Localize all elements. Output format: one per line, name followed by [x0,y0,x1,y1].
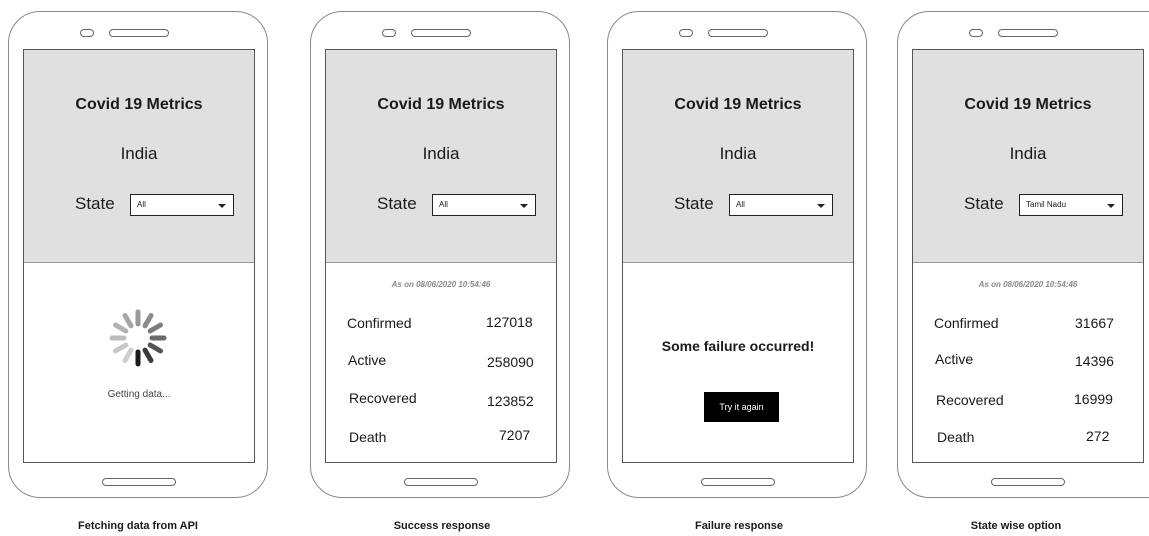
header-panel: Covid 19 Metrics India State Tamil Nadu [913,50,1143,263]
as-of-timestamp: As on 08/06/2020 10:54:46 [391,280,491,289]
caption-state-wise: State wise option [970,520,1062,532]
country-label: India [422,144,460,163]
phone-state-wise: Covid 19 Metrics India State Tamil Nadu … [897,11,1149,498]
metric-label-active: Active [935,351,974,367]
home-button[interactable] [404,478,478,486]
country-label: India [719,144,757,163]
loading-status-text: Getting data... [107,389,171,400]
state-dropdown[interactable]: All [432,194,536,216]
metric-value-active: 258090 [487,354,534,370]
metric-label-death: Death [349,429,387,445]
metric-label-confirmed: Confirmed [347,315,412,331]
state-label: State [964,194,1004,213]
speaker-icon [708,29,768,37]
metric-value-recovered: 123852 [487,393,534,409]
metric-label-recovered: Recovered [936,392,1004,408]
phone-screen: Covid 19 Metrics India State All As on 0… [325,49,557,463]
camera-icon [969,29,983,37]
metric-value-death: 7207 [499,427,531,443]
caption-failure: Failure response [694,520,784,532]
chevron-down-icon [1107,204,1115,208]
metric-value-recovered: 16999 [1074,391,1113,407]
camera-icon [382,29,396,37]
metric-value-confirmed: 31667 [1075,315,1114,331]
caption-success: Success response [393,520,491,532]
state-label: State [377,194,417,213]
home-button[interactable] [991,478,1065,486]
app-title: Covid 19 Metrics [674,96,802,113]
metric-value-active: 14396 [1075,353,1114,369]
retry-button[interactable]: Try it again [704,392,779,422]
metric-value-death: 272 [1086,428,1110,444]
camera-icon [679,29,693,37]
metric-label-active: Active [348,352,387,368]
app-title: Covid 19 Metrics [75,96,203,113]
phone-screen: Covid 19 Metrics India State All Some fa… [622,49,854,463]
header-panel: Covid 19 Metrics India State All [326,50,556,263]
state-label: State [75,194,115,213]
speaker-icon [109,29,169,37]
state-dropdown-value: All [439,200,448,209]
as-of-timestamp: As on 08/06/2020 10:54:46 [978,280,1078,289]
header-panel: Covid 19 Metrics India State All [24,50,254,263]
state-dropdown[interactable]: All [729,194,833,216]
state-dropdown-value: Tamil Nadu [1026,200,1067,209]
metric-label-confirmed: Confirmed [934,315,999,331]
phone-success: Covid 19 Metrics India State All As on 0… [310,11,570,498]
phone-failure: Covid 19 Metrics India State All Some fa… [607,11,867,498]
country-label: India [1009,144,1047,163]
phone-screen: Covid 19 Metrics India State Tamil Nadu … [912,49,1144,463]
home-button[interactable] [701,478,775,486]
chevron-down-icon [817,204,825,208]
state-dropdown[interactable]: All [130,194,234,216]
loading-spinner-icon [109,309,167,367]
app-title: Covid 19 Metrics [377,96,505,113]
metric-label-death: Death [937,429,975,445]
metric-label-recovered: Recovered [349,390,417,406]
phone-screen: Covid 19 Metrics India State All Getting… [23,49,255,463]
app-title: Covid 19 Metrics [964,96,1092,113]
caption-fetching: Fetching data from API [78,520,198,532]
state-dropdown-value: All [736,200,745,209]
metric-value-confirmed: 127018 [486,314,533,330]
home-button[interactable] [102,478,176,486]
camera-icon [80,29,94,37]
phone-fetching: Covid 19 Metrics India State All Getting… [8,11,268,498]
speaker-icon [411,29,471,37]
chevron-down-icon [520,204,528,208]
failure-message: Some failure occurred! [661,338,815,354]
state-dropdown[interactable]: Tamil Nadu [1019,194,1123,216]
chevron-down-icon [218,204,226,208]
state-label: State [674,194,714,213]
state-dropdown-value: All [137,200,146,209]
speaker-icon [998,29,1058,37]
country-label: India [120,144,158,163]
header-panel: Covid 19 Metrics India State All [623,50,853,263]
